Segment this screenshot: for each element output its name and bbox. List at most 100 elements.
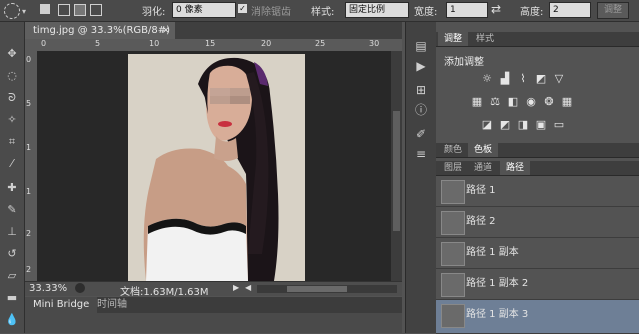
move-tool-icon[interactable]: ✥ bbox=[4, 46, 20, 62]
tab-layers[interactable]: 图层 bbox=[438, 161, 468, 175]
subtract-selection-icon[interactable] bbox=[74, 4, 86, 16]
brightness-icon[interactable]: ☼ bbox=[480, 73, 494, 85]
clone-source-panel-icon[interactable]: ≡ bbox=[413, 146, 429, 162]
brush-panel-icon[interactable]: ✐ bbox=[413, 126, 429, 142]
gradient-tool-icon[interactable]: ▬ bbox=[4, 290, 20, 306]
ruler-tick: 1 bbox=[26, 187, 32, 196]
swap-icon[interactable]: ⇄ bbox=[491, 2, 501, 16]
tab-color[interactable]: 颜色 bbox=[438, 143, 468, 157]
status-arrow-icon[interactable]: ▶ bbox=[233, 283, 239, 292]
width-input[interactable]: 1 bbox=[446, 2, 488, 18]
new-selection-icon[interactable] bbox=[40, 4, 50, 14]
scrollbar-thumb[interactable] bbox=[393, 111, 400, 231]
height-label: 高度: bbox=[520, 7, 544, 18]
path-thumbnail bbox=[441, 180, 465, 204]
feather-input[interactable]: 0 像素 bbox=[172, 2, 236, 18]
crop-tool-icon[interactable]: ⌗ bbox=[4, 134, 20, 150]
antialias-checkbox[interactable]: ✓ bbox=[238, 4, 247, 13]
tab-timeline[interactable]: 时间轴 bbox=[91, 297, 133, 313]
tools-panel: ✥ ◌ ᘐ ✧ ⌗ ⁄ ✚ ✎ ⊥ ↺ ▱ ▬ 💧 bbox=[0, 22, 25, 333]
path-label: 路径 2 bbox=[466, 216, 496, 227]
path-label: 路径 1 副本 3 bbox=[466, 309, 529, 320]
info-panel-icon[interactable]: ⓘ bbox=[413, 102, 429, 118]
blur-tool-icon[interactable]: 💧 bbox=[4, 312, 20, 328]
photo-filter-icon[interactable]: ◉ bbox=[524, 96, 538, 108]
width-label: 宽度: bbox=[414, 7, 438, 18]
ruler-tick: 25 bbox=[315, 39, 326, 48]
curves-icon[interactable]: ⌇ bbox=[516, 73, 530, 85]
history-brush-tool-icon[interactable]: ↺ bbox=[4, 246, 20, 262]
ruler-tick: 5 bbox=[95, 39, 101, 48]
tab-styles[interactable]: 样式 bbox=[470, 32, 500, 46]
horizontal-scrollbar[interactable] bbox=[257, 285, 397, 293]
document-image[interactable] bbox=[128, 54, 305, 281]
path-row[interactable]: 路径 1 副本 2 bbox=[436, 269, 639, 300]
status-menu-icon[interactable] bbox=[75, 283, 85, 293]
eyedropper-tool-icon[interactable]: ⁄ bbox=[4, 156, 20, 172]
add-selection-icon[interactable] bbox=[58, 4, 70, 16]
elliptical-marquee-icon[interactable] bbox=[4, 3, 20, 19]
path-thumbnail bbox=[441, 242, 465, 266]
refine-edge-button[interactable]: 调整 bbox=[597, 2, 630, 19]
portrait-photo bbox=[128, 54, 305, 281]
document-tab[interactable]: timg.jpg @ 33.3%(RGB/8#) * × bbox=[25, 22, 175, 53]
mini-bridge-panel bbox=[25, 313, 402, 333]
style-label: 样式: bbox=[311, 7, 335, 18]
channel-mixer-icon[interactable]: ❂ bbox=[542, 96, 556, 108]
style-dropdown-icon[interactable]: ⇕ bbox=[402, 3, 409, 12]
healing-brush-tool-icon[interactable]: ✚ bbox=[4, 180, 20, 196]
lasso-tool-icon[interactable]: ᘐ bbox=[4, 90, 20, 106]
ruler-tick: 20 bbox=[261, 39, 272, 48]
path-thumbnail bbox=[441, 304, 465, 328]
history-panel-icon[interactable]: ▤ bbox=[413, 38, 429, 54]
magic-wand-tool-icon[interactable]: ✧ bbox=[4, 112, 20, 128]
path-label: 路径 1 副本 2 bbox=[466, 278, 529, 289]
ruler-tick: 2 bbox=[26, 229, 32, 238]
style-select[interactable]: 固定比例 bbox=[345, 2, 409, 18]
actions-panel-icon[interactable]: ▶ bbox=[413, 58, 429, 74]
clone-stamp-tool-icon[interactable]: ⊥ bbox=[4, 224, 20, 240]
color-balance-icon[interactable]: ⚖ bbox=[488, 96, 502, 108]
path-thumbnail bbox=[441, 211, 465, 235]
brush-tool-icon[interactable]: ✎ bbox=[4, 202, 20, 218]
gradient-map-icon[interactable]: ▭ bbox=[552, 119, 566, 131]
height-input[interactable]: 2 bbox=[549, 2, 591, 18]
collapsed-panels-column: ▤ ▶ ⊞ ⓘ ✐ ≡ bbox=[405, 22, 437, 333]
color-lookup-icon[interactable]: ▦ bbox=[560, 96, 574, 108]
path-label: 路径 1 副本 bbox=[466, 247, 519, 258]
marquee-tool-icon[interactable]: ◌ bbox=[4, 68, 20, 84]
path-row[interactable]: 路径 1 bbox=[436, 176, 639, 207]
layers-panel-tabs: 图层 通道 路径 bbox=[436, 161, 639, 176]
path-label: 路径 1 bbox=[466, 185, 496, 196]
vibrance-icon[interactable]: ▽ bbox=[552, 73, 566, 85]
path-thumbnail bbox=[441, 273, 465, 297]
tab-channels[interactable]: 通道 bbox=[468, 161, 498, 175]
selective-color-icon[interactable]: ▣ bbox=[534, 119, 548, 131]
vertical-scrollbar[interactable] bbox=[391, 51, 402, 281]
posterize-icon[interactable]: ◩ bbox=[498, 119, 512, 131]
options-bar: ▾ 羽化: 0 像素 ✓ 消除锯齿 样式: 固定比例 ⇕ 宽度: 1 ⇄ 高度:… bbox=[0, 0, 639, 22]
status-bar: 33.33% 文档:1.63M/1.63M ▶ ◀ bbox=[25, 281, 402, 298]
hue-saturation-icon[interactable]: ▦ bbox=[470, 96, 484, 108]
black-white-icon[interactable]: ◧ bbox=[506, 96, 520, 108]
eraser-tool-icon[interactable]: ▱ bbox=[4, 268, 20, 284]
tab-swatches[interactable]: 色板 bbox=[468, 143, 499, 157]
chevron-down-icon[interactable]: ▾ bbox=[22, 7, 26, 16]
exposure-icon[interactable]: ◩ bbox=[534, 73, 548, 85]
levels-icon[interactable]: ▟ bbox=[498, 73, 512, 85]
properties-panel-icon[interactable]: ⊞ bbox=[413, 82, 429, 98]
zoom-level[interactable]: 33.33% bbox=[29, 283, 67, 294]
scroll-left-icon[interactable]: ◀ bbox=[245, 283, 251, 292]
tab-paths[interactable]: 路径 bbox=[500, 161, 531, 175]
close-icon[interactable]: × bbox=[162, 22, 170, 39]
path-row[interactable]: 路径 2 bbox=[436, 207, 639, 238]
tab-adjustments[interactable]: 调整 bbox=[438, 32, 469, 46]
path-row-selected[interactable]: 路径 1 副本 3 bbox=[436, 300, 639, 334]
scrollbar-thumb[interactable] bbox=[287, 286, 347, 292]
ruler-tick: 10 bbox=[149, 39, 160, 48]
intersect-selection-icon[interactable] bbox=[90, 4, 102, 16]
path-row[interactable]: 路径 1 副本 bbox=[436, 238, 639, 269]
invert-icon[interactable]: ◪ bbox=[480, 119, 494, 131]
tab-mini-bridge[interactable]: Mini Bridge bbox=[25, 297, 98, 313]
threshold-icon[interactable]: ◨ bbox=[516, 119, 530, 131]
